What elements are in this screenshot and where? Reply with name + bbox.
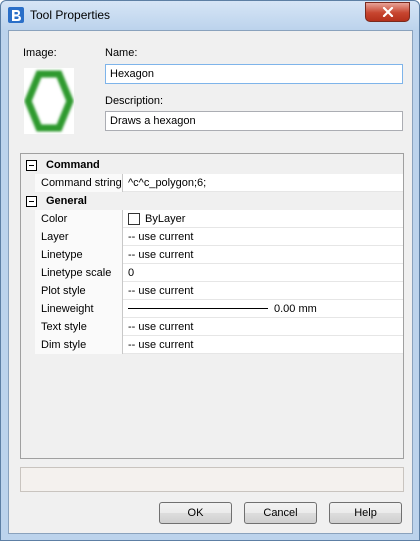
description-label: Description:	[105, 95, 164, 107]
tool-properties-window: Tool Properties Image: Name: Hexagon Des…	[0, 0, 420, 541]
help-button[interactable]: Help	[329, 502, 402, 524]
description-panel	[20, 467, 404, 492]
collapse-icon[interactable]	[26, 159, 37, 171]
property-row-linetype[interactable]: Linetype -- use current	[35, 246, 403, 264]
property-row-dim-style[interactable]: Dim style -- use current	[35, 336, 403, 354]
property-name: Linetype	[35, 246, 123, 264]
property-value[interactable]: 0	[124, 264, 402, 282]
color-value: ByLayer	[145, 213, 186, 225]
property-name: Plot style	[35, 282, 123, 300]
name-label: Name:	[105, 47, 138, 59]
color-swatch	[128, 213, 140, 225]
property-row-plot-style[interactable]: Plot style -- use current	[35, 282, 403, 300]
category-label: Command	[46, 159, 100, 171]
property-row-linetype-scale[interactable]: Linetype scale 0	[35, 264, 403, 282]
property-value[interactable]: ^c^c_polygon;6;	[124, 174, 402, 192]
property-name: Linetype scale	[35, 264, 123, 282]
property-row-lineweight[interactable]: Lineweight 0.00 mm	[35, 300, 403, 318]
property-name: Dim style	[35, 336, 123, 354]
title-bar[interactable]: Tool Properties	[1, 1, 419, 30]
close-icon	[382, 7, 393, 17]
properties-grid: Command Command string ^c^c_polygon;6; G…	[20, 153, 404, 459]
lineweight-sample-line	[128, 308, 268, 309]
collapse-icon[interactable]	[26, 195, 37, 207]
lineweight-value: 0.00 mm	[274, 303, 317, 315]
property-value[interactable]: ByLayer	[124, 210, 402, 228]
hexagon-icon	[24, 70, 74, 132]
category-command[interactable]: Command	[21, 156, 403, 174]
property-row-command-string[interactable]: Command string ^c^c_polygon;6;	[35, 174, 403, 192]
image-label: Image:	[23, 47, 57, 59]
ok-button[interactable]: OK	[159, 502, 232, 524]
property-name: Color	[35, 210, 123, 228]
property-name: Lineweight	[35, 300, 123, 318]
app-icon	[8, 7, 24, 23]
property-name: Layer	[35, 228, 123, 246]
category-general[interactable]: General	[21, 192, 403, 210]
property-value[interactable]: -- use current	[124, 336, 402, 354]
category-label: General	[46, 195, 87, 207]
name-field[interactable]: Hexagon	[105, 64, 403, 84]
property-row-color[interactable]: Color ByLayer	[35, 210, 403, 228]
window-title: Tool Properties	[30, 8, 111, 22]
cancel-button[interactable]: Cancel	[244, 502, 317, 524]
property-name: Text style	[35, 318, 123, 336]
property-value[interactable]: -- use current	[124, 228, 402, 246]
property-value[interactable]: -- use current	[124, 246, 402, 264]
dialog-body: Image: Name: Hexagon Description: Draws …	[8, 30, 413, 534]
description-field[interactable]: Draws a hexagon	[105, 111, 403, 131]
property-row-layer[interactable]: Layer -- use current	[35, 228, 403, 246]
property-value[interactable]: -- use current	[124, 282, 402, 300]
close-button[interactable]	[365, 2, 410, 22]
property-row-text-style[interactable]: Text style -- use current	[35, 318, 403, 336]
tool-image-preview	[24, 68, 74, 134]
property-name: Command string	[35, 174, 123, 192]
property-value[interactable]: -- use current	[124, 318, 402, 336]
property-value[interactable]: 0.00 mm	[124, 300, 402, 318]
